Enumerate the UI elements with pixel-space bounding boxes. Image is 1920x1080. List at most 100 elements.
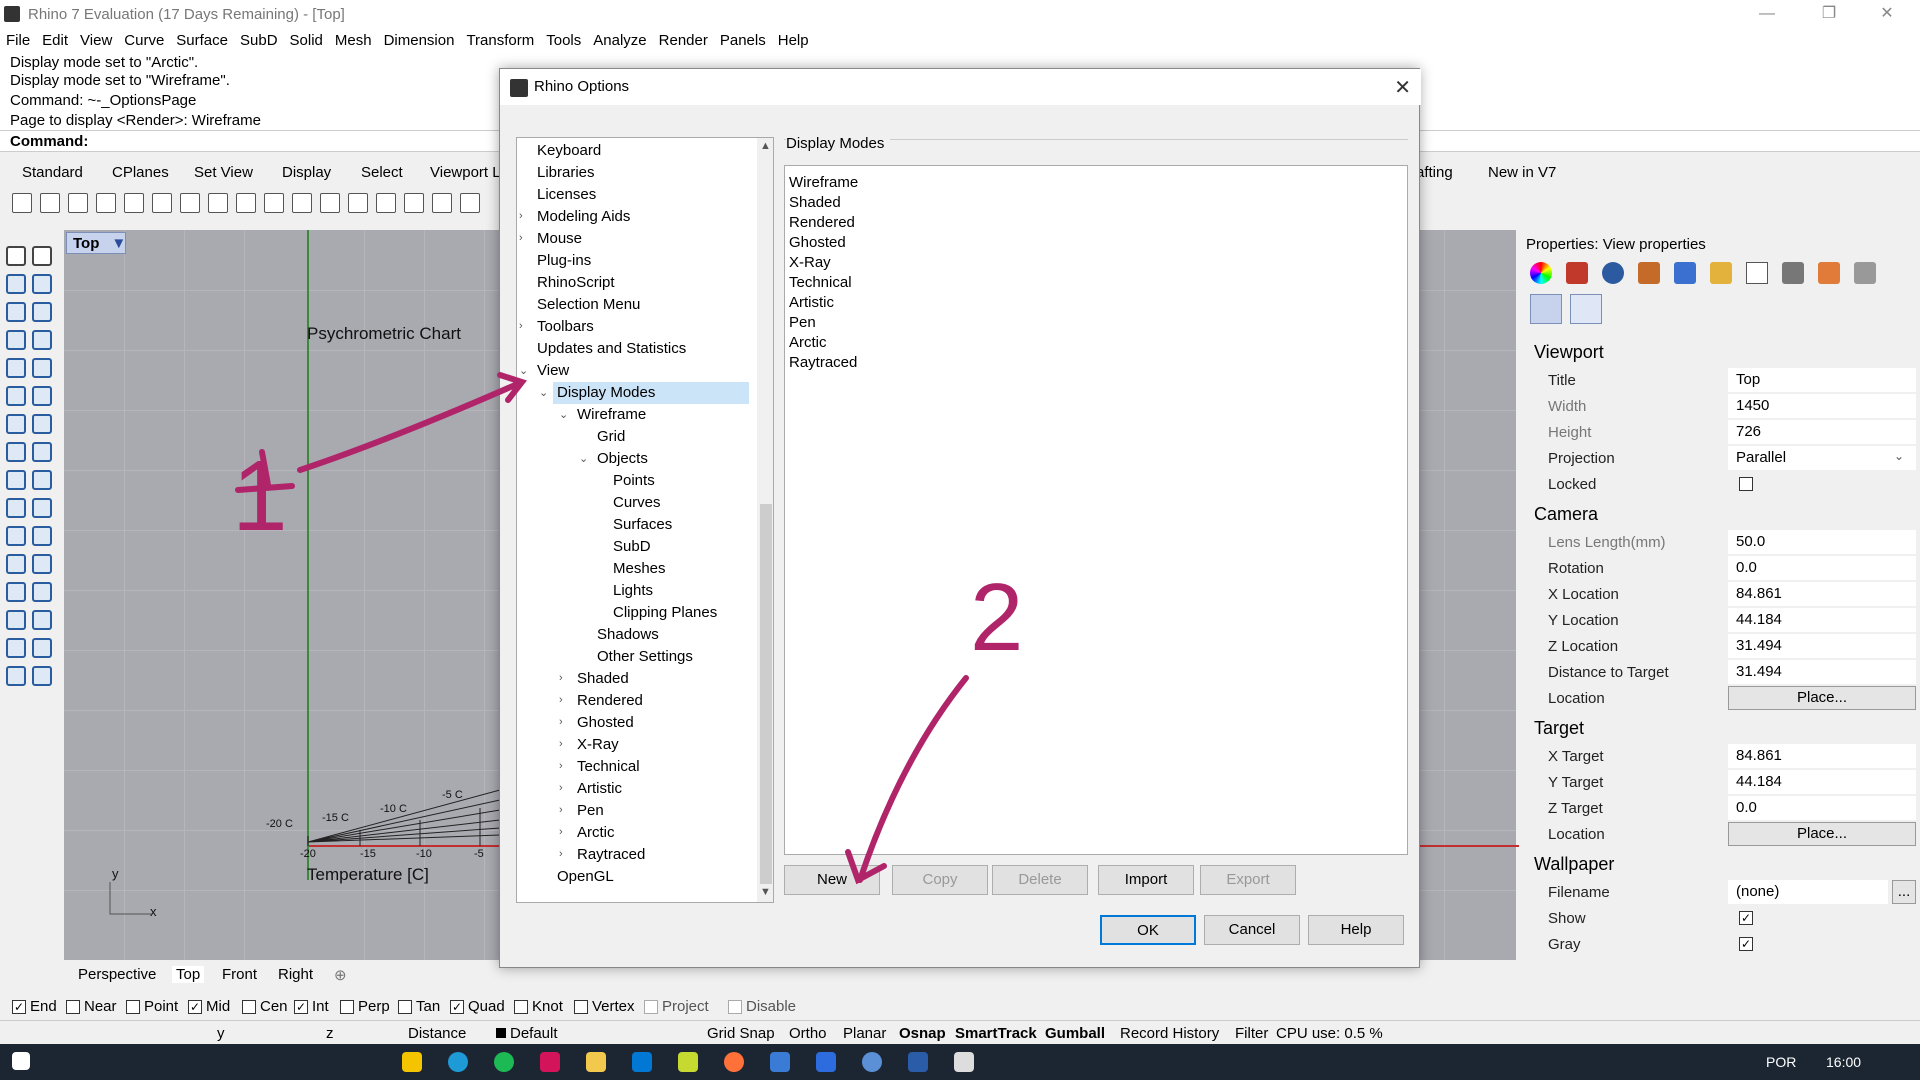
tab-perspective[interactable]: Perspective <box>78 966 156 983</box>
render-icon[interactable] <box>6 638 26 658</box>
menu-surface[interactable]: Surface <box>170 30 234 54</box>
extrude-icon[interactable] <box>32 386 52 406</box>
join-icon[interactable] <box>6 526 26 546</box>
tree-scroll-thumb[interactable] <box>760 504 772 884</box>
tree-item-other-settings[interactable]: Other Settings <box>597 646 693 668</box>
osnap-checkbox[interactable] <box>242 1000 256 1015</box>
osnap-checkbox[interactable] <box>66 1000 80 1015</box>
print-icon[interactable] <box>96 193 116 213</box>
osnap-checkbox[interactable]: ✓ <box>294 1000 308 1015</box>
status-planar[interactable]: Planar <box>843 1025 886 1042</box>
z-location-field[interactable]: 31.494 <box>1728 634 1916 658</box>
osnap-checkbox[interactable]: ✓ <box>12 1000 26 1015</box>
camera-place-button[interactable]: Place... <box>1728 686 1916 710</box>
menu-tools[interactable]: Tools <box>540 30 587 54</box>
collapse-arrow-icon[interactable]: ⌄ <box>539 386 548 399</box>
surface-icon[interactable] <box>6 386 26 406</box>
rectangle-icon[interactable] <box>32 330 52 350</box>
tree-item-surfaces[interactable]: Surfaces <box>613 514 672 536</box>
rotate-view-icon[interactable] <box>292 193 312 213</box>
display-mode-item[interactable]: Technical <box>789 274 852 291</box>
expand-arrow-icon[interactable]: › <box>519 232 523 244</box>
expand-arrow-icon[interactable]: › <box>559 672 563 684</box>
new-button[interactable]: New <box>784 865 880 895</box>
expand-arrow-icon[interactable]: › <box>559 804 563 816</box>
select-arrow-icon[interactable] <box>6 246 26 266</box>
help-button[interactable]: Help <box>1308 915 1404 945</box>
menu-subd[interactable]: SubD <box>234 30 284 54</box>
edit-icon[interactable] <box>1818 262 1840 284</box>
tree-item-artistic[interactable]: Artistic <box>577 778 622 800</box>
new-file-icon[interactable] <box>12 193 32 213</box>
menu-panels[interactable]: Panels <box>714 30 772 54</box>
tree-item-licenses[interactable]: Licenses <box>537 184 596 206</box>
tab-new-in-v7[interactable]: New in V7 <box>1488 164 1556 181</box>
curve-icon[interactable] <box>32 274 52 294</box>
osnap-disable[interactable]: Disable <box>728 998 796 1015</box>
expand-arrow-icon[interactable]: › <box>519 210 523 222</box>
tree-item-x-ray[interactable]: X-Ray <box>577 734 619 756</box>
checkmark-icon[interactable] <box>32 638 52 658</box>
export-icon[interactable] <box>124 193 144 213</box>
osnap-checkbox[interactable] <box>574 1000 588 1015</box>
firefox-icon[interactable] <box>724 1052 744 1072</box>
copy-icon[interactable] <box>180 193 200 213</box>
status-filter[interactable]: Filter <box>1235 1025 1268 1042</box>
analyze-icon[interactable] <box>32 610 52 630</box>
rhino-taskbar-icon[interactable] <box>954 1052 974 1072</box>
menu-help[interactable]: Help <box>772 30 815 54</box>
zoom-icon[interactable] <box>320 193 340 213</box>
expand-arrow-icon[interactable]: › <box>559 826 563 838</box>
move-icon[interactable] <box>6 554 26 574</box>
osnap-checkbox[interactable] <box>514 1000 528 1015</box>
osnap-point[interactable]: Point <box>126 998 178 1015</box>
osnap-end[interactable]: ✓ End <box>12 998 57 1015</box>
osnap-project[interactable]: Project <box>644 998 709 1015</box>
display-mode-item[interactable]: Wireframe <box>789 174 858 191</box>
osnap-perp[interactable]: Perp <box>340 998 390 1015</box>
four-viewports-icon[interactable] <box>460 193 480 213</box>
app-icon[interactable] <box>540 1052 560 1072</box>
osnap-near[interactable]: Near <box>66 998 117 1015</box>
trim-icon[interactable] <box>6 498 26 518</box>
text-icon[interactable] <box>6 582 26 602</box>
box-icon[interactable] <box>6 414 26 434</box>
tree-item-lights[interactable]: Lights <box>613 580 653 602</box>
tree-item-rhinoscript[interactable]: RhinoScript <box>537 272 615 294</box>
array-icon[interactable] <box>6 610 26 630</box>
cancel-button[interactable]: Cancel <box>1204 915 1300 945</box>
tree-item-grid[interactable]: Grid <box>597 426 625 448</box>
tree-item-shaded[interactable]: Shaded <box>577 668 629 690</box>
osnap-checkbox[interactable] <box>340 1000 354 1015</box>
save-icon[interactable] <box>68 193 88 213</box>
expand-arrow-icon[interactable]: › <box>559 738 563 750</box>
scroll-down-icon[interactable]: ▼ <box>760 886 771 898</box>
display-mode-item[interactable]: Raytraced <box>789 354 857 371</box>
wallpaper-icon[interactable] <box>1570 294 1602 324</box>
tree-item-raytraced[interactable]: Raytraced <box>577 844 645 866</box>
osnap-cen[interactable]: Cen <box>242 998 288 1015</box>
dialog-close-icon[interactable]: ✕ <box>1394 75 1411 100</box>
tree-item-plug-ins[interactable]: Plug-ins <box>537 250 591 272</box>
arc-icon[interactable] <box>6 330 26 350</box>
tab-top[interactable]: Top <box>172 966 205 983</box>
tab-drafting[interactable]: afting <box>1416 164 1453 181</box>
osnap-checkbox[interactable] <box>126 1000 140 1015</box>
rotation-field[interactable]: 0.0 <box>1728 556 1916 580</box>
add-viewport-icon[interactable]: ⊕ <box>334 966 347 984</box>
boolean-icon[interactable] <box>6 470 26 490</box>
split-icon[interactable] <box>32 498 52 518</box>
display-mode-item[interactable]: Rendered <box>789 214 855 231</box>
show-checkbox[interactable]: ✓ <box>1739 911 1753 925</box>
expand-arrow-icon[interactable]: › <box>559 848 563 860</box>
language-indicator[interactable]: POR <box>1766 1054 1796 1070</box>
folder-icon[interactable] <box>1710 262 1732 284</box>
tree-item-arctic[interactable]: Arctic <box>577 822 615 844</box>
title-field[interactable]: Top <box>1728 368 1916 392</box>
status-osnap[interactable]: Osnap <box>899 1025 946 1042</box>
x-location-field[interactable]: 84.861 <box>1728 582 1916 606</box>
group-icon[interactable] <box>32 526 52 546</box>
tree-item-keyboard[interactable]: Keyboard <box>537 140 601 162</box>
document-icon[interactable] <box>1746 262 1768 284</box>
tab-set-view[interactable]: Set View <box>194 164 253 181</box>
